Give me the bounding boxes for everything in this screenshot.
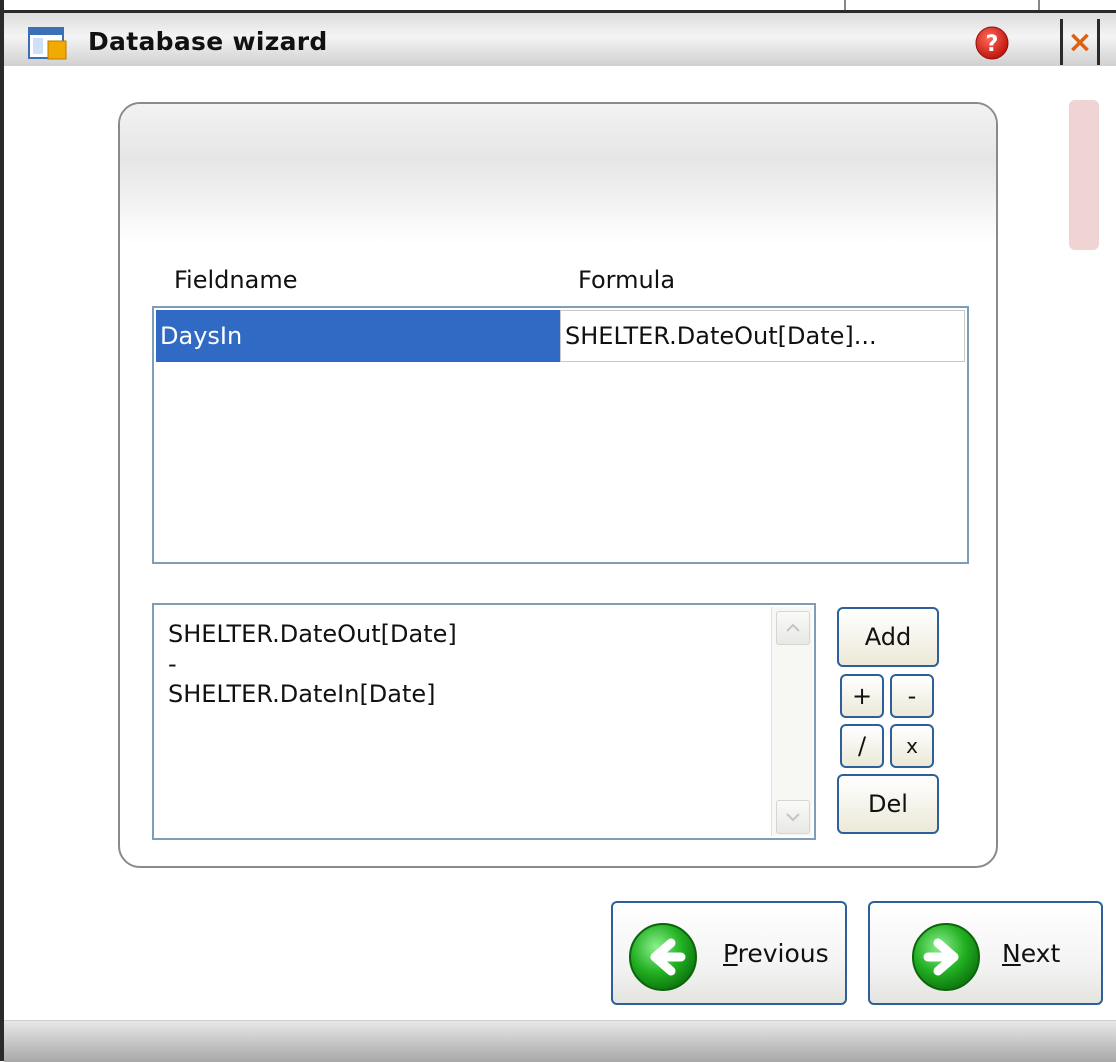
chevron-down-icon [786,813,800,822]
previous-label-rest: revious [737,939,829,968]
cell-fieldname[interactable]: DaysIn [156,310,560,362]
add-button-label: Add [864,623,912,651]
cell-formula[interactable]: SHELTER.DateOut[Date]... [560,310,965,362]
divide-button[interactable]: / [840,724,884,768]
previous-button[interactable]: Previous [611,901,847,1005]
arrow-left-icon [629,923,697,991]
formula-line: - [168,650,177,678]
editor-scrollbar[interactable] [771,607,812,836]
next-button-label: Next [1002,939,1060,968]
minus-button-label: - [907,682,917,710]
background-window-edge [844,0,1040,10]
previous-button-label: Previous [723,939,829,968]
previous-accesskey: P [723,939,738,968]
close-button[interactable]: × [1060,19,1100,65]
close-icon: × [1067,24,1093,60]
multiply-button-label: x [906,734,918,758]
multiply-button[interactable]: x [890,724,934,768]
formula-text[interactable]: SHELTER.DateOut[Date] - SHELTER.DateIn[Dat… [168,619,457,709]
next-accesskey: N [1002,939,1021,968]
svg-text:?: ? [986,32,999,57]
column-header-formula[interactable]: Formula [578,266,675,294]
watermark-logo [1069,100,1099,250]
arrow-right-icon [912,923,980,991]
add-button[interactable]: Add [837,607,939,667]
title-bar: Database wizard ? × [4,10,1116,66]
delete-button-label: Del [868,790,908,818]
window-title: Database wizard [88,27,328,56]
database-wizard-app-icon [28,27,67,60]
next-label-rest: ext [1020,939,1061,968]
delete-button[interactable]: Del [837,774,939,834]
divide-button-label: / [857,732,867,760]
column-header-fieldname[interactable]: Fieldname [174,266,297,294]
panel-header [120,104,996,244]
scroll-up-button[interactable] [776,611,810,645]
plus-button-label: + [851,682,873,710]
formula-line: SHELTER.DateOut[Date] [168,620,457,648]
minus-button[interactable]: - [890,674,934,718]
formula-line: SHELTER.DateIn[Date] [168,680,436,708]
dialog-footer [4,1020,1116,1062]
formula-editor[interactable]: SHELTER.DateOut[Date] - SHELTER.DateIn[Dat… [152,603,816,840]
fields-grid[interactable]: DaysIn SHELTER.DateOut[Date]... [152,306,969,564]
plus-button[interactable]: + [840,674,884,718]
table-row[interactable]: DaysIn SHELTER.DateOut[Date]... [156,310,965,362]
help-icon[interactable]: ? [974,25,1010,61]
next-button[interactable]: Next [868,901,1103,1005]
scroll-down-button[interactable] [776,800,810,834]
chevron-up-icon [786,623,800,632]
database-wizard-dialog: Database wizard ? × Fieldname Formula Da… [0,0,1116,1062]
